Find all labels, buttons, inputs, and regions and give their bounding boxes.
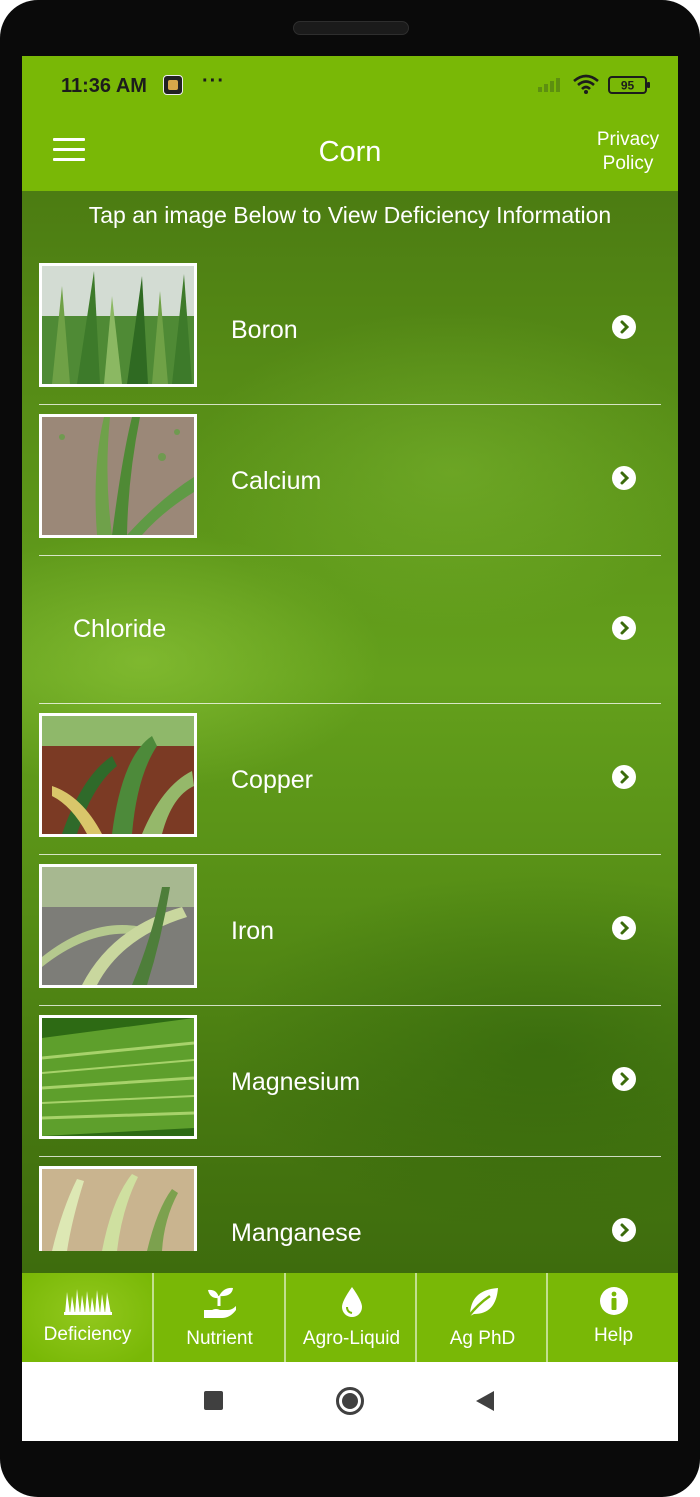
more-notifications-icon: ··· — [202, 70, 225, 92]
list-item-label: Magnesium — [231, 1068, 361, 1096]
chevron-right-icon[interactable] — [612, 315, 636, 339]
list-item-calcium[interactable]: Calcium — [39, 405, 661, 556]
signal-icon — [538, 78, 560, 92]
tab-deficiency[interactable]: Deficiency — [22, 1273, 153, 1362]
chevron-right-icon[interactable] — [612, 1067, 636, 1091]
tab-label: Nutrient — [186, 1328, 253, 1349]
tab-agro-liquid[interactable]: Agro-Liquid — [286, 1273, 417, 1362]
chevron-right-icon[interactable] — [612, 916, 636, 940]
chevron-right-icon[interactable] — [612, 1218, 636, 1242]
home-button[interactable] — [336, 1387, 364, 1415]
droplet-icon — [286, 1286, 417, 1318]
tab-label: Agro-Liquid — [302, 1328, 401, 1349]
magnesium-photo — [42, 1018, 194, 1136]
boron-photo — [42, 266, 194, 384]
copper-photo — [42, 716, 194, 834]
boron-thumbnail[interactable] — [39, 263, 197, 387]
copper-thumbnail[interactable] — [39, 713, 197, 837]
magnesium-thumbnail[interactable] — [39, 1015, 197, 1139]
calcium-photo — [42, 417, 194, 535]
status-bar: 11:36 AM ··· 95 — [22, 56, 678, 114]
battery-level: 95 — [621, 79, 635, 93]
tab-ag-phd[interactable]: Ag PhD — [417, 1273, 548, 1362]
phone-frame: 11:36 AM ··· 95 Corn Privacy Policy Tap … — [0, 0, 700, 1497]
grass-icon — [22, 1286, 153, 1318]
recents-button[interactable] — [204, 1391, 223, 1410]
manganese-photo — [42, 1169, 194, 1251]
tab-label: Help — [593, 1325, 634, 1346]
info-icon — [548, 1286, 678, 1318]
instruction-text: Tap an image Below to View Deficiency In… — [88, 202, 612, 228]
screen: 11:36 AM ··· 95 Corn Privacy Policy Tap … — [22, 56, 678, 1441]
battery-icon: 95 — [608, 75, 652, 100]
tab-label: Ag PhD — [449, 1328, 516, 1349]
calcium-thumbnail[interactable] — [39, 414, 197, 538]
chevron-right-icon[interactable] — [612, 616, 636, 640]
list-item-label: Boron — [231, 316, 298, 344]
tab-label: Deficiency — [43, 1324, 132, 1345]
back-button[interactable] — [474, 1389, 496, 1413]
list-item-boron[interactable]: Boron — [39, 254, 661, 405]
tab-help[interactable]: Help — [548, 1273, 678, 1362]
chevron-right-icon[interactable] — [612, 765, 636, 789]
list-item-label: Copper — [231, 766, 313, 794]
page-title: Corn — [318, 136, 382, 168]
list-item-label: Chloride — [73, 615, 167, 643]
app-bar: Corn Privacy Policy — [22, 114, 678, 191]
seedling-hand-icon — [154, 1286, 285, 1318]
phone-speaker — [293, 21, 409, 35]
status-time: 11:36 AM — [61, 75, 147, 97]
list-item-iron[interactable]: Iron — [39, 855, 661, 1006]
wifi-icon — [573, 74, 599, 94]
privacy-policy-link[interactable]: Privacy Policy — [588, 128, 668, 176]
list-item-label: Manganese — [231, 1219, 362, 1247]
chevron-right-icon[interactable] — [612, 466, 636, 490]
list-item-magnesium[interactable]: Magnesium — [39, 1006, 661, 1157]
iron-photo — [42, 867, 194, 985]
list-item-manganese[interactable]: Manganese — [39, 1157, 661, 1273]
manganese-thumbnail[interactable] — [39, 1166, 197, 1251]
list-item-chloride[interactable]: Chloride — [39, 556, 661, 704]
list-item-label: Iron — [231, 917, 275, 945]
bottom-tab-bar: Deficiency Nutrient Agro-Liquid Ag PhD H… — [22, 1273, 678, 1362]
tab-nutrient[interactable]: Nutrient — [154, 1273, 285, 1362]
leaf-icon — [417, 1286, 548, 1318]
list-item-copper[interactable]: Copper — [39, 704, 661, 855]
system-navigation-bar — [22, 1362, 678, 1441]
deficiency-list-view[interactable]: Tap an image Below to View Deficiency In… — [22, 191, 678, 1273]
notification-icon — [163, 75, 183, 95]
iron-thumbnail[interactable] — [39, 864, 197, 988]
list-item-label: Calcium — [231, 467, 322, 495]
